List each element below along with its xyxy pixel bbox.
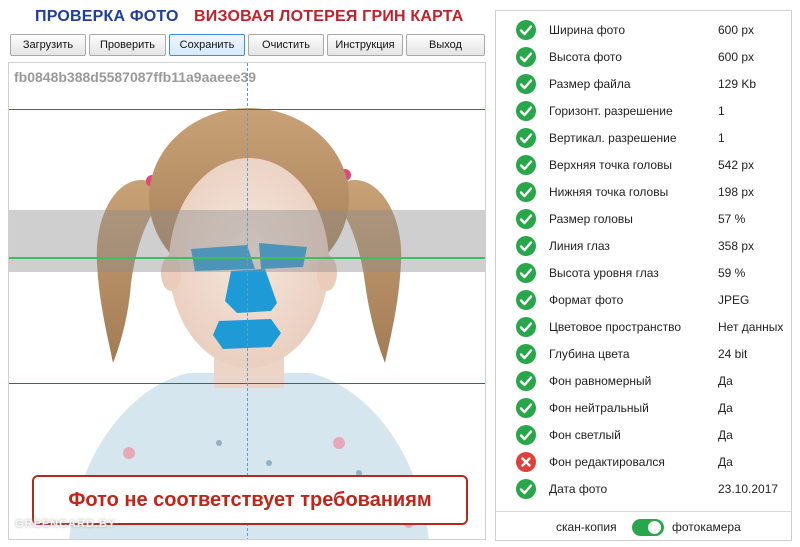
check-circle-icon (516, 479, 536, 499)
check-row: Фон светлый Да (496, 421, 791, 448)
check-circle-icon (516, 74, 536, 94)
scan-copy-label: скан-копия (556, 520, 617, 534)
toggle-knob (648, 521, 661, 534)
check-circle-icon (516, 425, 536, 445)
check-label: Горизонт. разрешение (549, 104, 673, 118)
check-circle-icon (516, 128, 536, 148)
x-circle-icon (516, 452, 536, 472)
check-circle-icon (516, 209, 536, 229)
check-circle-icon (516, 155, 536, 175)
check-row: Фон редактировался Да (496, 448, 791, 475)
check-value: 1 (718, 104, 725, 118)
check-value: 542 px (718, 158, 755, 172)
check-label: Размер файла (549, 77, 631, 91)
check-row: Высота уровня глаз 59 % (496, 259, 791, 286)
check-row: Фон нейтральный Да (496, 394, 791, 421)
check-value: 1 (718, 131, 725, 145)
toolbar: Загрузить Проверить Сохранить Очистить И… (10, 34, 486, 56)
validation-warning-text: Фото не соответствует требованиям (68, 488, 432, 511)
check-label: Фон нейтральный (549, 401, 649, 415)
check-row: Горизонт. разрешение 1 (496, 97, 791, 124)
check-value: Да (718, 401, 733, 415)
check-circle-icon (516, 20, 536, 40)
check-label: Линия глаз (549, 239, 610, 253)
check-circle-icon (516, 263, 536, 283)
watermark: GREENCARD.BY (15, 518, 117, 530)
check-circle-icon (516, 344, 536, 364)
clear-button[interactable]: Очистить (248, 34, 324, 56)
check-row: Размер файла 129 Kb (496, 70, 791, 97)
instructions-button[interactable]: Инструкция (327, 34, 403, 56)
check-row: Вертикал. разрешение 1 (496, 124, 791, 151)
check-label: Цветовое пространство (549, 320, 682, 334)
upload-button[interactable]: Загрузить (10, 34, 86, 56)
check-label: Верхняя точка головы (549, 158, 673, 172)
check-circle-icon (516, 317, 536, 337)
check-row: Нижняя точка головы 198 px (496, 178, 791, 205)
check-value: 198 px (718, 185, 755, 199)
check-row: Фон равномерный Да (496, 367, 791, 394)
camera-label: фотокамера (672, 520, 741, 534)
check-label: Фон редактировался (549, 455, 665, 469)
check-row: Формат фото JPEG (496, 286, 791, 313)
check-row: Верхняя точка головы 542 px (496, 151, 791, 178)
check-circle-icon (516, 47, 536, 67)
check-circle-icon (516, 236, 536, 256)
title-green-card: ВИЗОВАЯ ЛОТЕРЕЯ ГРИН КАРТА (194, 8, 464, 25)
check-value: Да (718, 374, 733, 388)
check-label: Вертикал. разрешение (549, 131, 677, 145)
check-circle-icon (516, 290, 536, 310)
check-circle-icon (516, 182, 536, 202)
check-label: Глубина цвета (549, 347, 630, 361)
check-label: Фон светлый (549, 428, 621, 442)
center-vertical-guide (247, 63, 248, 539)
title-check-photo: ПРОВЕРКА ФОТО (35, 8, 179, 25)
check-label: Высота уровня глаз (549, 266, 659, 280)
check-circle-icon (516, 371, 536, 391)
check-label: Высота фото (549, 50, 622, 64)
check-row: Цветовое пространство Нет данных (496, 313, 791, 340)
check-row: Дата фото 23.10.2017 (496, 475, 791, 502)
check-value: Да (718, 428, 733, 442)
check-button[interactable]: Проверить (89, 34, 166, 56)
check-label: Дата фото (549, 482, 608, 496)
check-row: Глубина цвета 24 bit (496, 340, 791, 367)
photo-preview: fb0848b388d5587087ffb11a9aaeee39 Фото не… (8, 62, 486, 540)
check-row: Размер головы 57 % (496, 205, 791, 232)
app-header: ПРОВЕРКА ФОТО ВИЗОВАЯ ЛОТЕРЕЯ ГРИН КАРТА (0, 0, 490, 32)
check-value: 59 % (718, 266, 746, 280)
check-value: 600 px (718, 23, 755, 37)
save-button[interactable]: Сохранить (169, 34, 245, 56)
check-row: Линия глаз 358 px (496, 232, 791, 259)
mode-toggle-switch[interactable] (632, 519, 664, 536)
check-value: 358 px (718, 239, 755, 253)
check-circle-icon (516, 101, 536, 121)
check-row: Высота фото 600 px (496, 43, 791, 70)
check-results-panel: Ширина фото 600 px Высота фото 600 px Размер… (495, 10, 792, 541)
exit-button[interactable]: Выход (406, 34, 485, 56)
check-row: Ширина фото 600 px (496, 16, 791, 43)
check-value: Да (718, 455, 733, 469)
check-results-list: Ширина фото 600 px Высота фото 600 px Размер… (496, 16, 791, 502)
check-label: Размер головы (549, 212, 633, 226)
photo-hash: fb0848b388d5587087ffb11a9aaeee39 (14, 69, 257, 85)
check-value: Нет данных (718, 320, 784, 334)
mode-switch-bar: скан-копия фотокамера (496, 511, 791, 541)
check-value: 129 Kb (718, 77, 757, 91)
check-value: 600 px (718, 50, 755, 64)
check-label: Нижняя точка головы (549, 185, 669, 199)
check-value: 24 bit (718, 347, 748, 361)
check-circle-icon (516, 398, 536, 418)
check-value: JPEG (718, 293, 750, 307)
check-value: 23.10.2017 (718, 482, 779, 496)
check-label: Ширина фото (549, 23, 626, 37)
check-value: 57 % (718, 212, 746, 226)
check-label: Формат фото (549, 293, 624, 307)
check-label: Фон равномерный (549, 374, 652, 388)
